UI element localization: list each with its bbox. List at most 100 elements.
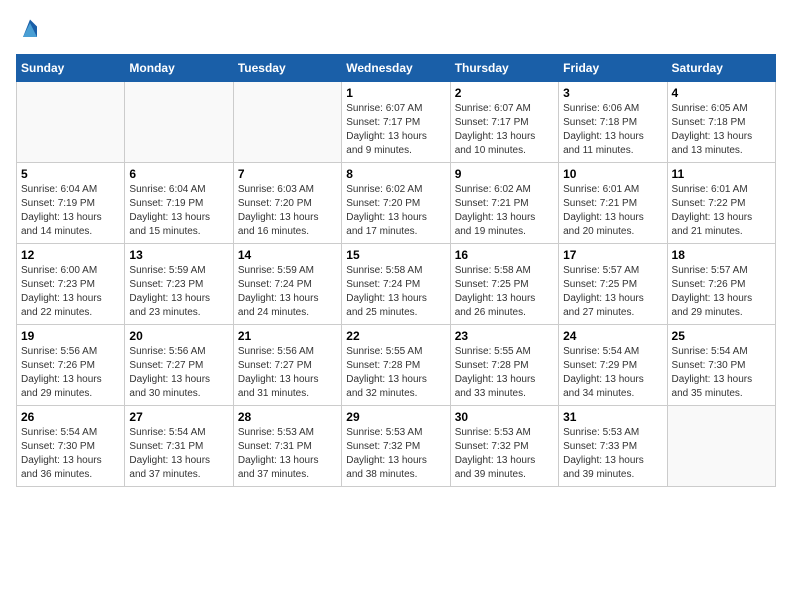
day-number: 20 [129, 329, 228, 343]
logo-icon [16, 16, 44, 44]
calendar-cell: 4Sunrise: 6:05 AM Sunset: 7:18 PM Daylig… [667, 82, 775, 163]
calendar-cell: 8 Sunrise: 6:02 AM Sunset: 7:20 PM Daylig… [342, 163, 450, 244]
calendar-cell: 31 Sunrise: 5:53 AM Sunset: 7:33 PM Dayli… [559, 406, 667, 487]
calendar-cell: 27 Sunrise: 5:54 AM Sunset: 7:31 PM Dayli… [125, 406, 233, 487]
calendar-cell: 20 Sunrise: 5:56 AM Sunset: 7:27 PM Dayli… [125, 325, 233, 406]
day-info: Sunrise: 6:04 AM Sunset: 7:19 PM Dayligh… [21, 183, 120, 239]
day-info: Sunrise: 5:58 AM Sunset: 7:25 PM Dayligh… [455, 264, 554, 320]
calendar-week-row: 26Sunrise: 5:54 AM Sunset: 7:30 PM Dayli… [17, 406, 776, 487]
calendar-header-row: SundayMondayTuesdayWednesdayThursdayFrid… [17, 55, 776, 82]
day-info: Sunrise: 5:53 AM Sunset: 7:31 PM Dayligh… [238, 426, 337, 482]
day-info: Sunrise: 5:54 AM Sunset: 7:30 PM Dayligh… [21, 426, 120, 482]
calendar-cell: 9 Sunrise: 6:02 AM Sunset: 7:21 PM Daylig… [450, 163, 558, 244]
day-info: Sunrise: 5:55 AM Sunset: 7:28 PM Dayligh… [346, 345, 445, 401]
calendar-day-header: Friday [559, 55, 667, 82]
day-number: 28 [238, 410, 337, 424]
day-number: 24 [563, 329, 662, 343]
day-number: 14 [238, 248, 337, 262]
calendar-cell: 22 Sunrise: 5:55 AM Sunset: 7:28 PM Dayli… [342, 325, 450, 406]
calendar-cell: 15 Sunrise: 5:58 AM Sunset: 7:24 PM Dayli… [342, 244, 450, 325]
day-info: Sunrise: 5:56 AM Sunset: 7:26 PM Dayligh… [21, 345, 120, 401]
day-info: Sunrise: 5:59 AM Sunset: 7:24 PM Dayligh… [238, 264, 337, 320]
calendar-cell: 18 Sunrise: 5:57 AM Sunset: 7:26 PM Dayli… [667, 244, 775, 325]
day-info: Sunrise: 6:02 AM Sunset: 7:21 PM Dayligh… [455, 183, 554, 239]
day-info: Sunrise: 5:53 AM Sunset: 7:32 PM Dayligh… [346, 426, 445, 482]
calendar-table: SundayMondayTuesdayWednesdayThursdayFrid… [16, 54, 776, 487]
day-number: 10 [563, 167, 662, 181]
calendar-cell [233, 82, 341, 163]
day-info: Sunrise: 6:03 AM Sunset: 7:20 PM Dayligh… [238, 183, 337, 239]
calendar-cell: 23 Sunrise: 5:55 AM Sunset: 7:28 PM Dayli… [450, 325, 558, 406]
calendar-cell: 7Sunrise: 6:03 AM Sunset: 7:20 PM Daylig… [233, 163, 341, 244]
page-header [16, 16, 776, 44]
day-info: Sunrise: 6:02 AM Sunset: 7:20 PM Dayligh… [346, 183, 445, 239]
calendar-cell: 17 Sunrise: 5:57 AM Sunset: 7:25 PM Dayli… [559, 244, 667, 325]
calendar-day-header: Tuesday [233, 55, 341, 82]
calendar-cell [17, 82, 125, 163]
calendar-cell: 10 Sunrise: 6:01 AM Sunset: 7:21 PM Dayli… [559, 163, 667, 244]
day-number: 12 [21, 248, 120, 262]
day-info: Sunrise: 5:58 AM Sunset: 7:24 PM Dayligh… [346, 264, 445, 320]
calendar-cell [667, 406, 775, 487]
calendar-cell [125, 82, 233, 163]
calendar-week-row: 1 Sunrise: 6:07 AM Sunset: 7:17 PM Daylig… [17, 82, 776, 163]
day-info: Sunrise: 5:56 AM Sunset: 7:27 PM Dayligh… [238, 345, 337, 401]
calendar-cell: 5Sunrise: 6:04 AM Sunset: 7:19 PM Daylig… [17, 163, 125, 244]
day-number: 3 [563, 86, 662, 100]
day-info: Sunrise: 5:55 AM Sunset: 7:28 PM Dayligh… [455, 345, 554, 401]
calendar-cell: 24 Sunrise: 5:54 AM Sunset: 7:29 PM Dayli… [559, 325, 667, 406]
day-number: 13 [129, 248, 228, 262]
day-info: Sunrise: 5:54 AM Sunset: 7:31 PM Dayligh… [129, 426, 228, 482]
calendar-cell: 11Sunrise: 6:01 AM Sunset: 7:22 PM Dayli… [667, 163, 775, 244]
day-number: 27 [129, 410, 228, 424]
logo [16, 16, 48, 44]
calendar-cell: 16 Sunrise: 5:58 AM Sunset: 7:25 PM Dayli… [450, 244, 558, 325]
calendar-cell: 21Sunrise: 5:56 AM Sunset: 7:27 PM Dayli… [233, 325, 341, 406]
day-info: Sunrise: 6:01 AM Sunset: 7:21 PM Dayligh… [563, 183, 662, 239]
day-number: 17 [563, 248, 662, 262]
day-info: Sunrise: 5:53 AM Sunset: 7:32 PM Dayligh… [455, 426, 554, 482]
day-number: 16 [455, 248, 554, 262]
day-number: 30 [455, 410, 554, 424]
day-number: 8 [346, 167, 445, 181]
calendar-cell: 26Sunrise: 5:54 AM Sunset: 7:30 PM Dayli… [17, 406, 125, 487]
day-number: 23 [455, 329, 554, 343]
day-info: Sunrise: 6:01 AM Sunset: 7:22 PM Dayligh… [672, 183, 771, 239]
day-info: Sunrise: 5:54 AM Sunset: 7:30 PM Dayligh… [672, 345, 771, 401]
day-info: Sunrise: 5:57 AM Sunset: 7:26 PM Dayligh… [672, 264, 771, 320]
day-info: Sunrise: 6:07 AM Sunset: 7:17 PM Dayligh… [455, 102, 554, 158]
day-number: 15 [346, 248, 445, 262]
calendar-cell: 13 Sunrise: 5:59 AM Sunset: 7:23 PM Dayli… [125, 244, 233, 325]
day-info: Sunrise: 5:56 AM Sunset: 7:27 PM Dayligh… [129, 345, 228, 401]
day-number: 22 [346, 329, 445, 343]
day-number: 9 [455, 167, 554, 181]
day-info: Sunrise: 5:53 AM Sunset: 7:33 PM Dayligh… [563, 426, 662, 482]
calendar-cell: 19 Sunrise: 5:56 AM Sunset: 7:26 PM Dayli… [17, 325, 125, 406]
calendar-cell: 28 Sunrise: 5:53 AM Sunset: 7:31 PM Dayli… [233, 406, 341, 487]
day-number: 18 [672, 248, 771, 262]
calendar-week-row: 12 Sunrise: 6:00 AM Sunset: 7:23 PM Dayli… [17, 244, 776, 325]
calendar-cell: 29 Sunrise: 5:53 AM Sunset: 7:32 PM Dayli… [342, 406, 450, 487]
day-info: Sunrise: 5:57 AM Sunset: 7:25 PM Dayligh… [563, 264, 662, 320]
calendar-cell: 3 Sunrise: 6:06 AM Sunset: 7:18 PM Daylig… [559, 82, 667, 163]
day-info: Sunrise: 5:54 AM Sunset: 7:29 PM Dayligh… [563, 345, 662, 401]
day-number: 25 [672, 329, 771, 343]
day-info: Sunrise: 6:00 AM Sunset: 7:23 PM Dayligh… [21, 264, 120, 320]
calendar-day-header: Monday [125, 55, 233, 82]
day-number: 4 [672, 86, 771, 100]
day-number: 2 [455, 86, 554, 100]
calendar-week-row: 19 Sunrise: 5:56 AM Sunset: 7:26 PM Dayli… [17, 325, 776, 406]
day-number: 19 [21, 329, 120, 343]
day-info: Sunrise: 5:59 AM Sunset: 7:23 PM Dayligh… [129, 264, 228, 320]
day-number: 1 [346, 86, 445, 100]
calendar-cell: 6Sunrise: 6:04 AM Sunset: 7:19 PM Daylig… [125, 163, 233, 244]
day-info: Sunrise: 6:06 AM Sunset: 7:18 PM Dayligh… [563, 102, 662, 158]
calendar-cell: 14 Sunrise: 5:59 AM Sunset: 7:24 PM Dayli… [233, 244, 341, 325]
calendar-week-row: 5Sunrise: 6:04 AM Sunset: 7:19 PM Daylig… [17, 163, 776, 244]
day-number: 29 [346, 410, 445, 424]
day-number: 31 [563, 410, 662, 424]
day-info: Sunrise: 6:07 AM Sunset: 7:17 PM Dayligh… [346, 102, 445, 158]
calendar-day-header: Sunday [17, 55, 125, 82]
day-info: Sunrise: 6:04 AM Sunset: 7:19 PM Dayligh… [129, 183, 228, 239]
calendar-cell: 12 Sunrise: 6:00 AM Sunset: 7:23 PM Dayli… [17, 244, 125, 325]
